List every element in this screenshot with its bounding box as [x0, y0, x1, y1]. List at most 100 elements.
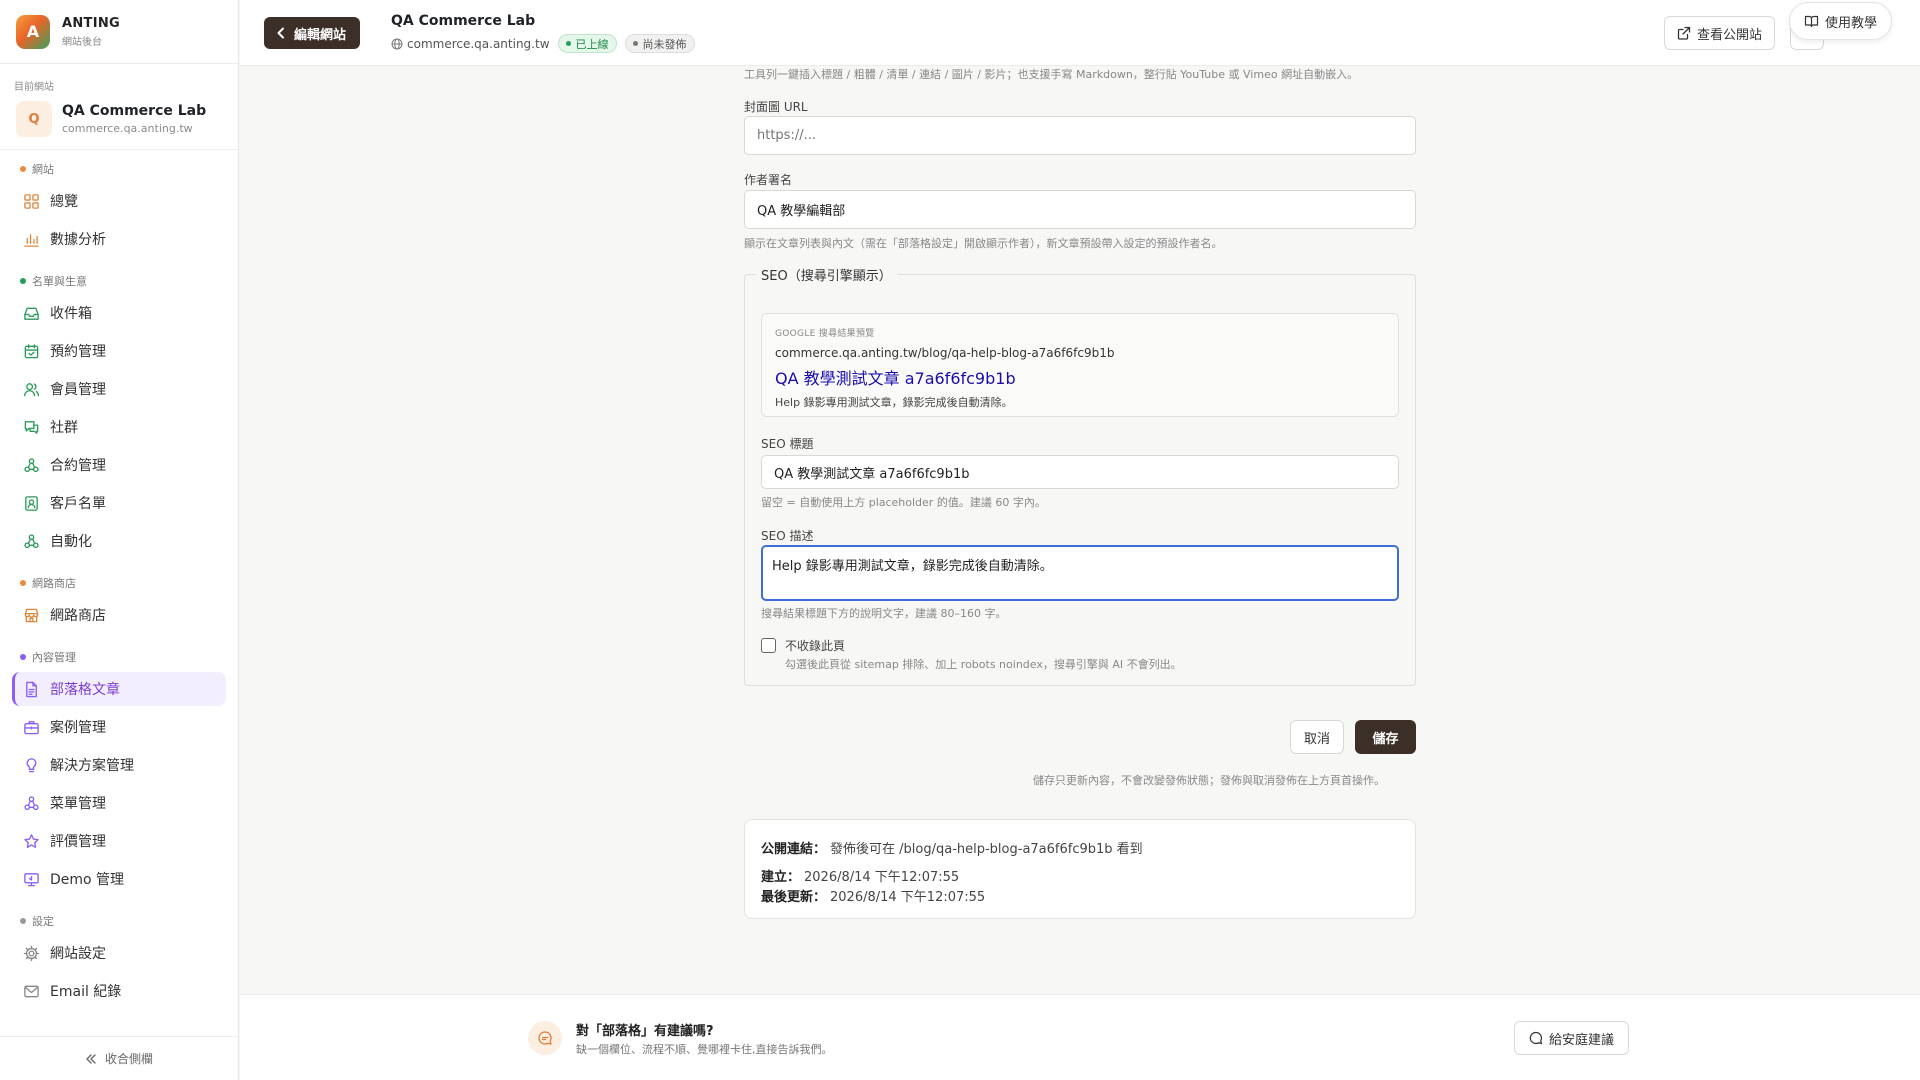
- sidebar-item[interactable]: 部落格文章: [12, 672, 226, 706]
- inbox-icon: [22, 304, 40, 322]
- view-public-site-label: 查看公開站: [1697, 27, 1763, 43]
- sidebar-item[interactable]: 預約管理: [12, 334, 226, 368]
- seo-title-label: SEO 標題: [761, 437, 814, 451]
- sidebar-nav: 網站 總覽 數據分析 名單與生意 收件箱 預約管理 會員管理 社群 合約管理 客戶名單 自動化 網路商…: [0, 150, 238, 1008]
- bar-chart-icon: [22, 230, 40, 248]
- sidebar-item-label: 會員管理: [50, 382, 106, 398]
- updated-row: 最後更新： 2026/8/14 下午12:07:55: [761, 886, 1399, 905]
- google-preview-label: GOOGLE 搜尋結果預覽: [775, 329, 875, 339]
- book-icon: [1804, 14, 1819, 28]
- store-icon: [22, 606, 40, 624]
- sidebar-item[interactable]: 解決方案管理: [12, 748, 226, 782]
- feedback-title: 對「部落格」有建議嗎?: [576, 1024, 714, 1039]
- sidebar-item[interactable]: 數據分析: [12, 222, 226, 256]
- give-feedback-button[interactable]: 給安庭建議: [1514, 1021, 1630, 1055]
- nav-group-label: 設定: [0, 910, 238, 932]
- seo-description-label: SEO 描述: [761, 529, 814, 543]
- sidebar-item[interactable]: 社群: [12, 410, 226, 444]
- back-label: 編輯網站: [294, 27, 347, 43]
- sidebar-item-label: 自動化: [50, 534, 92, 550]
- noindex-checkbox[interactable]: [761, 638, 776, 653]
- current-site[interactable]: 目前網站 Q QA Commerce Lab commerce.qa.antin…: [0, 64, 238, 150]
- lightbulb-icon: [22, 756, 40, 774]
- group-dot-icon: [20, 654, 26, 660]
- sidebar-item[interactable]: 會員管理: [12, 372, 226, 406]
- author-hint: 顯示在文章列表與內文（需在「部落格設定」開啟顯示作者），新文章預設帶入設定的預設…: [744, 237, 1223, 250]
- google-preview-url: commerce.qa.anting.tw/blog/qa-help-blog-…: [775, 346, 1115, 360]
- contact-icon: [22, 494, 40, 512]
- current-site-domain: commerce.qa.anting.tw: [62, 122, 193, 135]
- grid-icon: [22, 192, 40, 210]
- sidebar-item[interactable]: 網站設定: [12, 936, 226, 970]
- page-title: QA Commerce Lab: [391, 13, 536, 29]
- feedback-bar: 對「部落格」有建議嗎? 缺一個欄位、流程不順、覺哪裡卡住,直接告訴我們。 給安庭…: [240, 994, 1920, 1080]
- brand-subtitle: 網站後台: [62, 36, 102, 48]
- cover-url-input[interactable]: [744, 116, 1416, 155]
- google-preview-title: QA 教學測試文章 a7a6f6fc9b1b: [775, 369, 1016, 388]
- sidebar-item[interactable]: 自動化: [12, 524, 226, 558]
- give-feedback-label: 給安庭建議: [1549, 1032, 1615, 1048]
- noindex-label: 不收錄此頁: [785, 639, 846, 653]
- sidebar-item[interactable]: Demo 管理: [12, 862, 226, 896]
- seo-title-hint: 留空 = 自動使用上方 placeholder 的值。建議 60 字內。: [761, 496, 1046, 509]
- workflow-icon: [22, 456, 40, 474]
- chevron-left-icon: [276, 27, 286, 39]
- globe-icon: [391, 38, 403, 50]
- group-dot-icon: [20, 918, 26, 924]
- author-input[interactable]: QA 教學編輯部: [744, 190, 1416, 229]
- collapse-sidebar-button[interactable]: 收合側欄: [0, 1036, 238, 1080]
- seo-title-input[interactable]: QA 教學測試文章 a7a6f6fc9b1b: [761, 455, 1399, 489]
- save-note: 儲存只更新內容，不會改變發佈狀態；發佈與取消發佈在上方頁首操作。: [1033, 774, 1385, 787]
- status-badge-unpublished: 尚未發佈: [624, 34, 695, 53]
- created-label: 建立：: [761, 869, 801, 885]
- sidebar-item[interactable]: 收件箱: [12, 296, 226, 330]
- document-icon: [22, 680, 40, 698]
- star-icon: [22, 832, 40, 850]
- google-preview: GOOGLE 搜尋結果預覽 commerce.qa.anting.tw/blog…: [761, 313, 1399, 417]
- mail-icon: [22, 982, 40, 1000]
- created-row: 建立： 2026/8/14 下午12:07:55: [761, 866, 1399, 885]
- back-to-site-button[interactable]: 編輯網站: [264, 17, 361, 49]
- workflow-icon: [22, 794, 40, 812]
- sidebar-item[interactable]: 客戶名單: [12, 486, 226, 520]
- sidebar-item[interactable]: 總覽: [12, 184, 226, 218]
- updated-value: 2026/8/14 下午12:07:55: [830, 889, 986, 905]
- sidebar-item[interactable]: 網路商店: [12, 598, 226, 632]
- feedback-subtitle: 缺一個欄位、流程不順、覺哪裡卡住,直接告訴我們。: [576, 1043, 833, 1056]
- sidebar-item[interactable]: 合約管理: [12, 448, 226, 482]
- sidebar-item-label: 案例管理: [50, 720, 106, 736]
- sidebar-item[interactable]: 評價管理: [12, 824, 226, 858]
- chat-icon: [22, 418, 40, 436]
- cover-url-label: 封面圖 URL: [744, 100, 808, 114]
- view-public-site-button[interactable]: 查看公開站: [1664, 16, 1776, 50]
- group-dot-icon: [20, 166, 26, 172]
- sidebar-item[interactable]: Email 紀錄: [12, 974, 226, 1008]
- nav-group-label: 內容管理: [0, 646, 238, 668]
- message-icon: [1529, 1031, 1543, 1045]
- users-icon: [22, 380, 40, 398]
- seo-legend: SEO（搜尋引擎顯示）: [756, 265, 897, 284]
- post-info-card: 公開連結： 發佈後可在 /blog/qa-help-blog-a7a6f6fc9…: [744, 819, 1416, 919]
- monitor-icon: [22, 870, 40, 888]
- public-link-label: 公開連結：: [761, 841, 827, 857]
- editor-toolbar-hint: 工具列一鍵插入標題 / 粗體 / 清單 / 連結 / 圖片 / 影片；也支援手寫…: [744, 68, 1359, 81]
- sidebar-item[interactable]: 菜單管理: [12, 786, 226, 820]
- seo-description-textarea[interactable]: Help 錄影專用測試文章，錄影完成後自動清除。: [761, 545, 1399, 601]
- site-meta: commerce.qa.anting.tw 已上線 尚未發佈: [391, 34, 695, 53]
- help-tutorial-button[interactable]: 使用教學: [1788, 2, 1892, 40]
- help-label: 使用教學: [1824, 15, 1877, 31]
- group-dot-icon: [20, 278, 26, 284]
- save-button[interactable]: 儲存: [1355, 720, 1416, 754]
- brand-logo: A: [16, 14, 50, 49]
- calendar-icon: [22, 342, 40, 360]
- workflow-icon: [22, 532, 40, 550]
- status-badge-online: 已上線: [557, 34, 617, 53]
- author-label: 作者署名: [744, 173, 793, 187]
- sidebar-item[interactable]: 案例管理: [12, 710, 226, 744]
- briefcase-icon: [22, 718, 40, 736]
- current-site-name: QA Commerce Lab: [62, 103, 207, 119]
- feedback-chat-icon: [528, 1021, 562, 1055]
- cancel-button[interactable]: 取消: [1290, 720, 1344, 754]
- sidebar-item-label: 合約管理: [50, 458, 106, 474]
- sidebar-item-label: 預約管理: [50, 344, 106, 360]
